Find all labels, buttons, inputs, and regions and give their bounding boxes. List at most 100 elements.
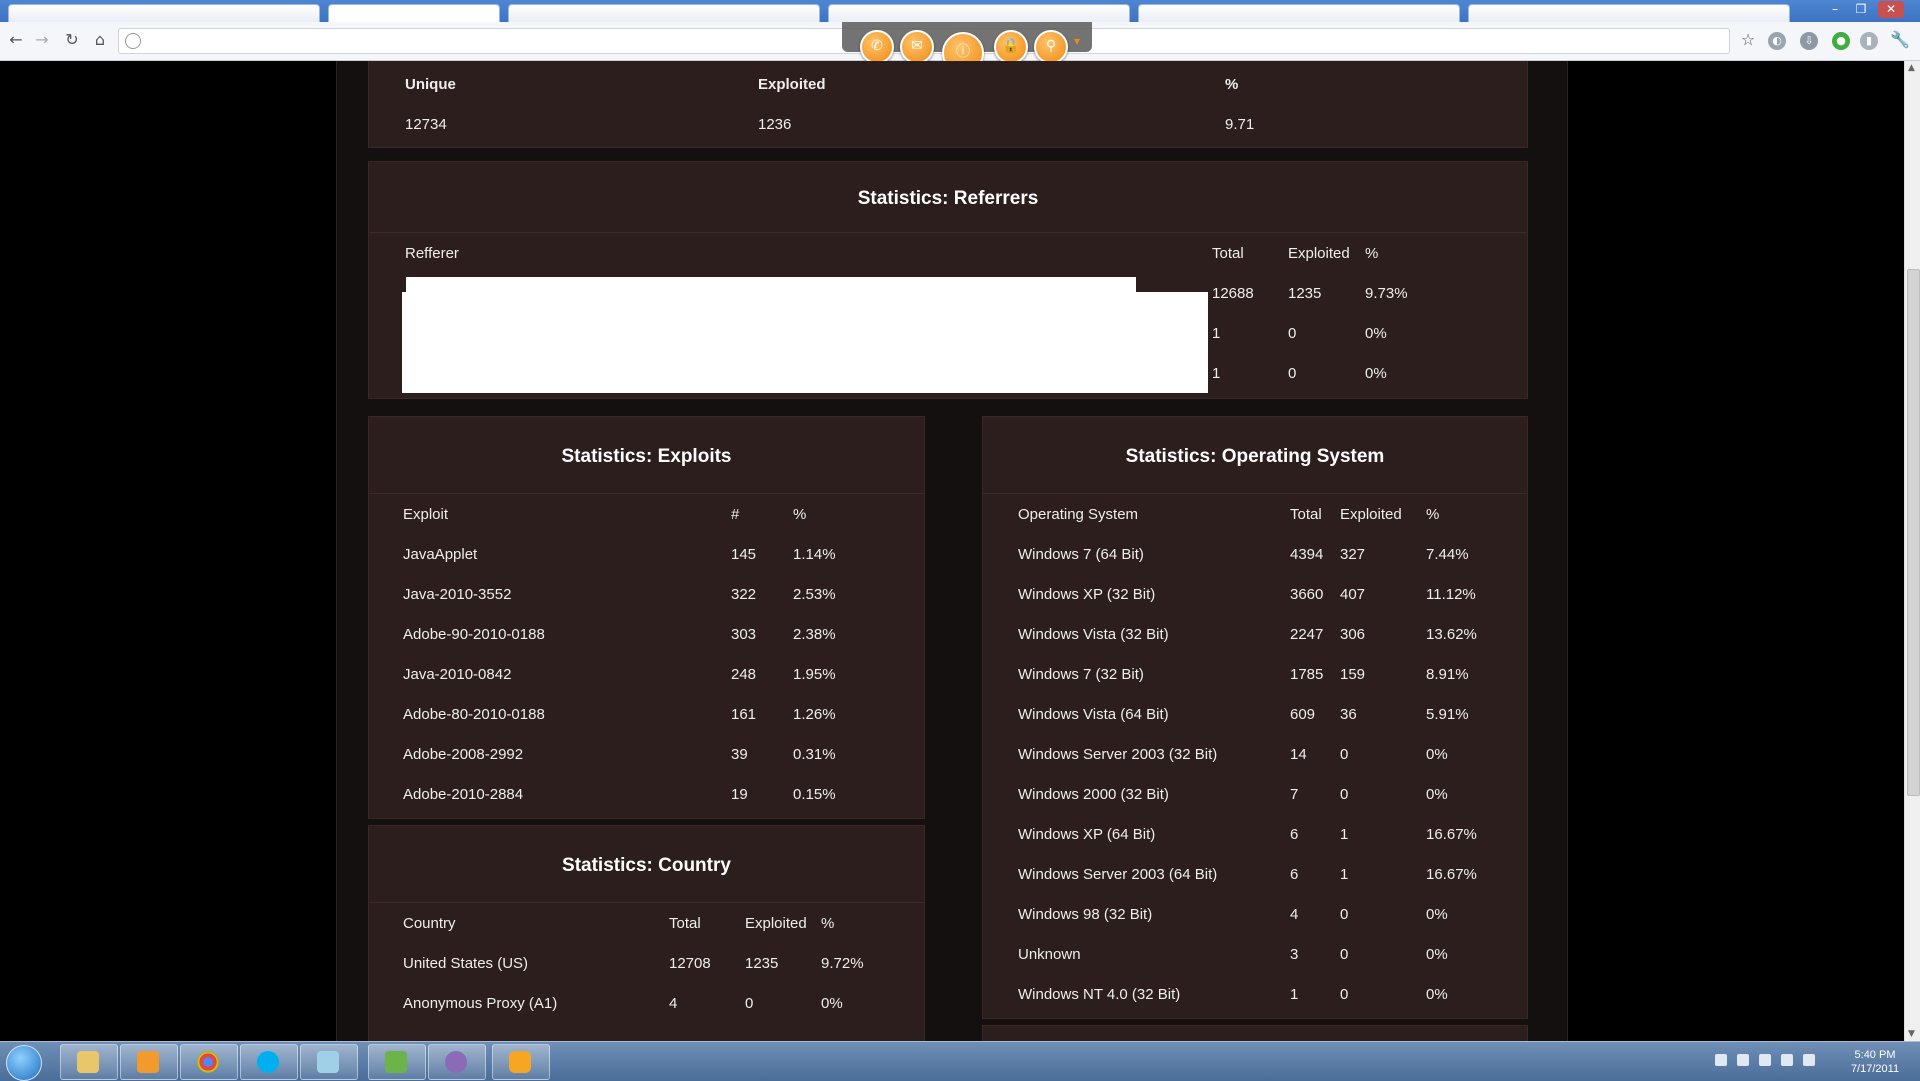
- country-row-exploited: 0: [745, 995, 754, 1012]
- globe-icon[interactable]: ◐: [1768, 32, 1786, 50]
- summary-unique-value: 12734: [405, 116, 447, 133]
- download-icon[interactable]: ⇩: [1800, 32, 1818, 50]
- scroll-up-icon[interactable]: ▲: [1908, 63, 1915, 73]
- os-row-name: Windows XP (64 Bit): [1018, 826, 1156, 843]
- clock-time: 5:40 PM: [1854, 1049, 1896, 1061]
- country-header-total: Total: [669, 915, 701, 932]
- exploit-row-name: Adobe-2008-2992: [403, 746, 524, 763]
- summary-exploited-value: 1236: [758, 116, 792, 133]
- country-row-total: 4: [669, 995, 678, 1012]
- forward-icon[interactable]: →: [32, 30, 52, 50]
- country-header-exploited: Exploited: [745, 915, 807, 932]
- country-header-name: Country: [403, 915, 456, 932]
- scroll-thumb[interactable]: [1907, 269, 1920, 796]
- scroll-down-icon[interactable]: ▼: [1908, 1029, 1915, 1039]
- browser-tab[interactable]: [8, 4, 320, 22]
- taskbar-notepad[interactable]: [300, 1044, 358, 1080]
- referrer-row-exploited: 1235: [1288, 285, 1322, 302]
- browser-tab[interactable]: [1138, 4, 1460, 22]
- summary-header-exploited: Exploited: [758, 76, 826, 93]
- os-row-percent: 11.12%: [1426, 586, 1476, 603]
- os-row-exploited: 407: [1340, 586, 1366, 603]
- signal-icon[interactable]: ▮: [1860, 32, 1878, 50]
- os-row-exploited: 159: [1340, 666, 1366, 683]
- back-icon[interactable]: ←: [6, 30, 26, 50]
- reload-icon[interactable]: ↻: [62, 30, 82, 50]
- summary-header-unique: Unique: [405, 76, 456, 93]
- referrers-panel: Statistics: Referrers Refferer Total Exp…: [368, 161, 1528, 399]
- os-header-total: Total: [1290, 506, 1322, 523]
- star-icon[interactable]: ☆: [1738, 30, 1758, 50]
- network-icon[interactable]: [1759, 1054, 1771, 1066]
- taskbar-chrome[interactable]: [180, 1044, 238, 1080]
- signal-icon[interactable]: [1781, 1054, 1793, 1066]
- phone-icon[interactable]: ✆: [860, 30, 894, 64]
- browser-tab[interactable]: [508, 4, 820, 22]
- page-info-icon[interactable]: [125, 33, 141, 49]
- remote-support-toolbar: ✆ ✉ ⓘ 🔒 ⚲ ▾: [842, 22, 1092, 74]
- volume-icon[interactable]: [1803, 1054, 1815, 1066]
- browser-tab-active[interactable]: [328, 4, 500, 22]
- divider: [983, 493, 1527, 494]
- exploit-row-name: Adobe-90-2010-0188: [403, 626, 545, 643]
- start-button-icon[interactable]: [6, 1045, 42, 1081]
- country-header-percent: %: [821, 915, 835, 932]
- os-row-percent: 0%: [1426, 946, 1448, 963]
- os-row-percent: 13.62%: [1426, 626, 1477, 643]
- os-row-percent: 16.67%: [1426, 826, 1477, 843]
- mouse-icon[interactable]: ⚲: [1034, 30, 1068, 64]
- taskbar-file-explorer[interactable]: [60, 1044, 118, 1080]
- system-clock[interactable]: 5:40 PM 7/17/2011: [1845, 1048, 1905, 1076]
- os-row-percent: 0%: [1426, 746, 1448, 763]
- taskbar-pidgin[interactable]: [428, 1044, 486, 1080]
- os-row-name: Windows Server 2003 (64 Bit): [1018, 866, 1218, 883]
- tab-strip: [8, 2, 1798, 22]
- taskbar-media-player[interactable]: [120, 1044, 178, 1080]
- flag-icon[interactable]: [1737, 1054, 1749, 1066]
- os-row-name: Windows Server 2003 (32 Bit): [1018, 746, 1218, 763]
- green-extension-icon[interactable]: ●: [1832, 32, 1850, 50]
- country-row-name: Anonymous Proxy (A1): [403, 995, 558, 1012]
- country-row-percent: 9.72%: [821, 955, 864, 972]
- country-row-percent: 0%: [821, 995, 843, 1012]
- os-row-total: 4: [1290, 906, 1299, 923]
- os-row-exploited: 327: [1340, 546, 1366, 563]
- close-icon[interactable]: ✕: [1878, 1, 1904, 18]
- divider: [369, 493, 924, 494]
- file-explorer-icon: [77, 1051, 99, 1073]
- exploit-row-count: 248: [731, 666, 757, 683]
- chrome-icon: [197, 1051, 219, 1073]
- notepad-icon: [317, 1051, 339, 1073]
- summary-percent-value: 9.71: [1225, 116, 1255, 133]
- tray-arrow-icon[interactable]: [1715, 1054, 1727, 1066]
- exploits-panel: Statistics: Exploits Exploit # % JavaApp…: [368, 416, 925, 819]
- exploit-row-count: 19: [731, 786, 748, 803]
- divider: [369, 232, 1527, 233]
- chat-icon[interactable]: ✉: [900, 30, 934, 64]
- browser-tab[interactable]: [828, 4, 1130, 22]
- country-row-exploited: 1235: [745, 955, 779, 972]
- wrench-icon[interactable]: 🔧: [1890, 30, 1910, 50]
- taskbar-spreadsheet[interactable]: [368, 1044, 426, 1080]
- lock-icon[interactable]: 🔒: [994, 30, 1028, 64]
- referrers-header-exploited: Exploited: [1288, 245, 1350, 262]
- os-row-total: 6: [1290, 826, 1299, 843]
- exploit-row-name: Java-2010-3552: [403, 586, 512, 603]
- country-row-name: United States (US): [403, 955, 529, 972]
- country-title: Statistics: Country: [562, 855, 731, 876]
- os-row-exploited: 0: [1340, 746, 1349, 763]
- os-row-percent: 16.67%: [1426, 866, 1477, 883]
- referrer-row-total: 1: [1212, 365, 1221, 382]
- chevron-down-icon[interactable]: ▾: [1074, 34, 1080, 48]
- os-row-total: 1: [1290, 986, 1299, 1003]
- home-icon[interactable]: ⌂: [90, 30, 110, 50]
- exploit-row-name: Adobe-80-2010-0188: [403, 706, 545, 723]
- taskbar-skype[interactable]: [240, 1044, 298, 1080]
- skype-icon: [257, 1051, 279, 1073]
- taskbar-joinme[interactable]: [492, 1044, 550, 1080]
- exploit-row-count: 145: [731, 546, 757, 563]
- minimize-icon[interactable]: –: [1822, 1, 1848, 18]
- restore-icon[interactable]: ❐: [1848, 1, 1874, 18]
- browser-tab[interactable]: [1468, 4, 1790, 22]
- vertical-scrollbar[interactable]: ▲ ▼: [1904, 61, 1920, 1041]
